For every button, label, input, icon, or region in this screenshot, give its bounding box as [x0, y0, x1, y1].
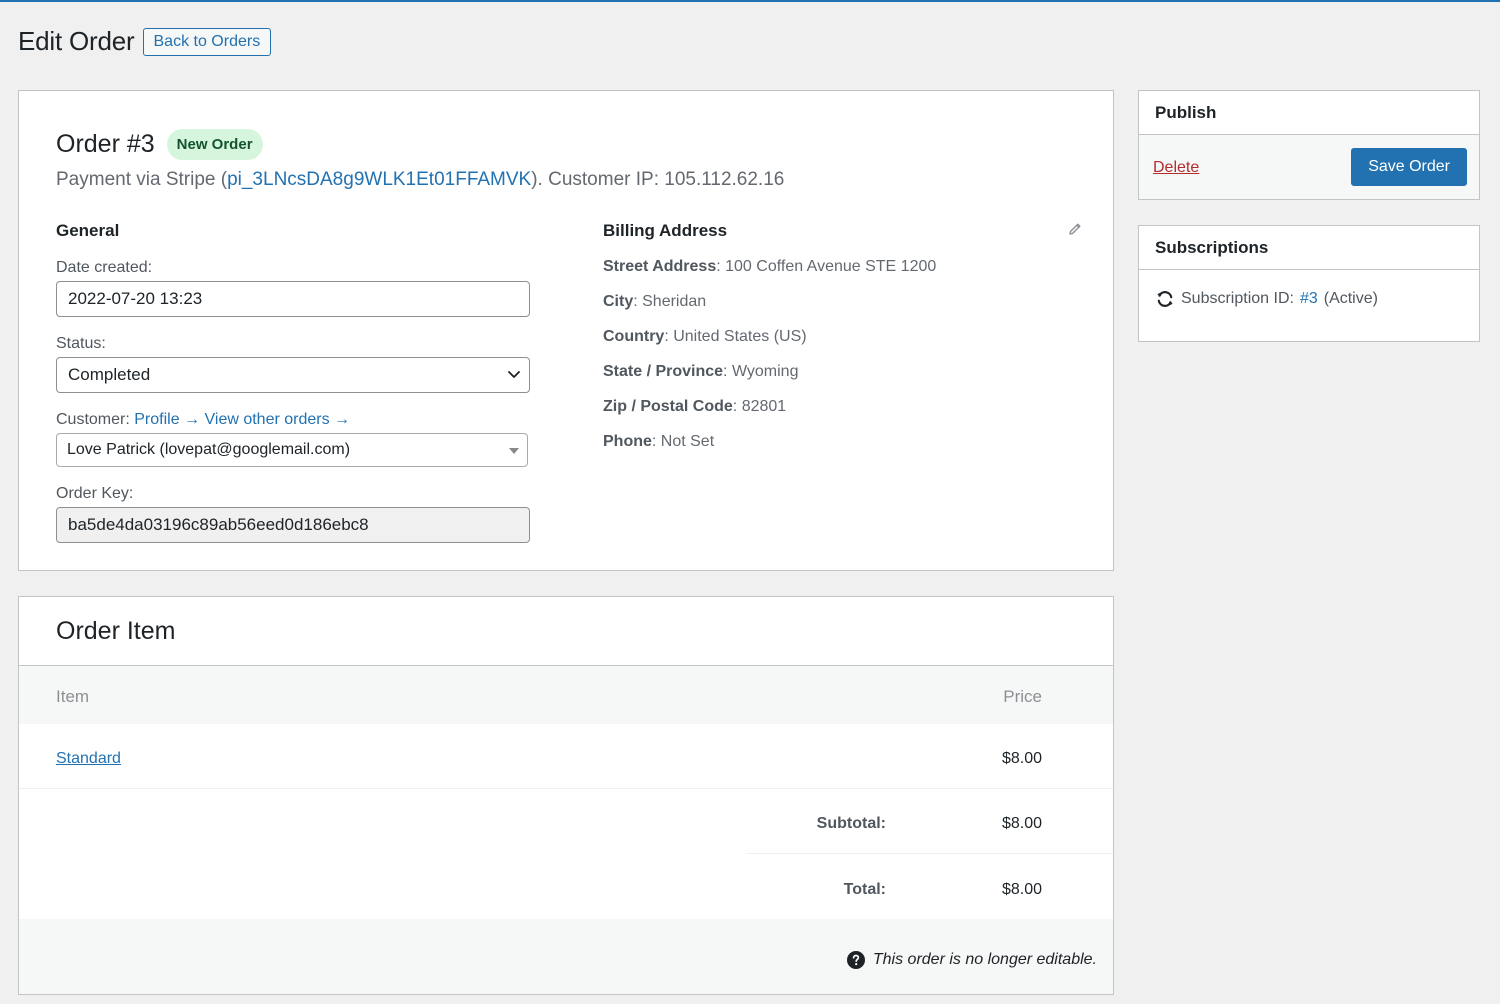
customer-profile-link[interactable]: Profile →: [134, 411, 200, 428]
column-header-item: Item: [56, 687, 90, 706]
order-title: Order #3: [56, 130, 155, 158]
table-row: Standard $8.00: [19, 724, 1113, 789]
billing-state: State / Province: Wyoming: [603, 363, 1083, 381]
subtotal-label: Subtotal:: [816, 815, 886, 832]
status-label: Status:: [56, 335, 106, 352]
order-items-card: Order Item Item Price Standard $8.00 Sub…: [18, 596, 1114, 995]
dropdown-arrow-icon: [509, 448, 519, 454]
back-to-orders-button[interactable]: Back to Orders: [142, 27, 272, 56]
date-created-label: Date created:: [56, 259, 153, 276]
item-name-link[interactable]: Standard: [56, 750, 121, 768]
order-key-input[interactable]: ba5de4da03196c89ab56eed0d186ebc8: [56, 507, 530, 543]
billing-city-value: : Sheridan: [633, 293, 707, 310]
page-title: Edit Order: [18, 26, 135, 56]
items-footer: This order is no longer editable.: [19, 919, 1113, 994]
subtotal-row: Subtotal: $8.00: [19, 789, 1113, 854]
subscription-id-label: Subscription ID:: [1181, 290, 1294, 307]
sync-icon: [1157, 291, 1173, 307]
order-key-label: Order Key:: [56, 485, 134, 502]
subscriptions-box: Subscriptions Subscription ID: #3 (Activ…: [1138, 225, 1480, 342]
billing-street: Street Address: 100 Coffen Avenue STE 12…: [603, 258, 1083, 276]
total-row: Total: $8.00: [19, 855, 1113, 920]
publish-actions: Delete Save Order: [1139, 135, 1479, 199]
billing-city: City: Sheridan: [603, 293, 1083, 311]
pencil-icon[interactable]: [1067, 221, 1083, 237]
customer-label: Customer:: [56, 411, 130, 428]
payment-id-link[interactable]: pi_3LNcsDA8g9WLK1Et01FFAMVK: [227, 169, 531, 190]
customer-select[interactable]: Love Patrick (lovepat@googlemail.com): [56, 433, 528, 467]
billing-state-value: : Wyoming: [723, 363, 799, 380]
page-header: Edit Order Back to Orders: [18, 26, 272, 57]
not-editable-text: This order is no longer editable.: [872, 951, 1097, 968]
payment-prefix: Payment via Stripe (: [56, 169, 228, 190]
status-select-value: Completed: [56, 357, 530, 393]
help-icon: [846, 951, 865, 969]
delete-link[interactable]: Delete: [1153, 159, 1199, 177]
chevron-down-icon: [508, 371, 520, 378]
subtotal-value: $8.00: [1001, 815, 1042, 832]
billing-phone-label: Phone: [603, 433, 652, 450]
billing-city-label: City: [603, 293, 634, 310]
billing-phone-value: : Not Set: [651, 433, 715, 450]
billing-zip-value: : 82801: [732, 398, 787, 415]
customer-select-value: Love Patrick (lovepat@googlemail.com): [67, 441, 351, 458]
total-label: Total:: [843, 881, 886, 898]
publish-box: Publish Delete Save Order: [1138, 90, 1480, 200]
subscription-id-link[interactable]: #3: [1300, 290, 1318, 308]
status-badge: New Order: [166, 129, 263, 160]
billing-country: Country: United States (US): [603, 328, 1083, 346]
billing-heading: Billing Address: [603, 221, 728, 240]
general-section: General Date created: 2022-07-20 13:23 S…: [56, 221, 532, 543]
payment-suffix: ). Customer IP: 105.112.62.16: [531, 169, 785, 190]
order-details-card: Order #3 New Order Payment via Stripe (p…: [18, 90, 1114, 571]
billing-section: Billing Address Street Address: 100 Coff…: [603, 221, 1083, 451]
billing-country-value: : United States (US): [664, 328, 807, 345]
customer-label-row: Customer: Profile → View other orders →: [56, 411, 532, 429]
billing-street-value: : 100 Coffen Avenue STE 1200: [716, 258, 937, 275]
status-select[interactable]: Completed: [56, 357, 532, 393]
summary-divider: [746, 853, 1113, 854]
column-header-price: Price: [1003, 687, 1042, 706]
billing-zip-label: Zip / Postal Code: [603, 398, 733, 415]
items-table-header: Item Price: [19, 665, 1113, 724]
billing-street-label: Street Address: [603, 258, 717, 275]
payment-info: Payment via Stripe (pi_3LNcsDA8g9WLK1Et0…: [56, 169, 784, 191]
view-other-orders-link[interactable]: View other orders →: [205, 411, 351, 428]
billing-country-label: Country: [603, 328, 665, 345]
not-editable-note: This order is no longer editable.: [846, 951, 1097, 969]
publish-heading: Publish: [1139, 91, 1479, 135]
billing-state-label: State / Province: [603, 363, 724, 380]
subscription-status: (Active): [1323, 290, 1378, 307]
subscription-entry: Subscription ID: #3 (Active): [1139, 270, 1479, 328]
billing-zip: Zip / Postal Code: 82801: [603, 398, 1083, 416]
subscriptions-heading: Subscriptions: [1139, 226, 1479, 270]
item-price: $8.00: [1001, 750, 1042, 767]
save-order-button[interactable]: Save Order: [1351, 148, 1467, 186]
order-heading: Order #3 New Order: [56, 129, 263, 160]
order-items-title: Order Item: [56, 617, 176, 645]
general-heading: General: [56, 221, 120, 240]
date-created-input[interactable]: 2022-07-20 13:23: [56, 281, 530, 317]
billing-phone: Phone: Not Set: [603, 433, 1083, 451]
total-value: $8.00: [1001, 881, 1042, 898]
